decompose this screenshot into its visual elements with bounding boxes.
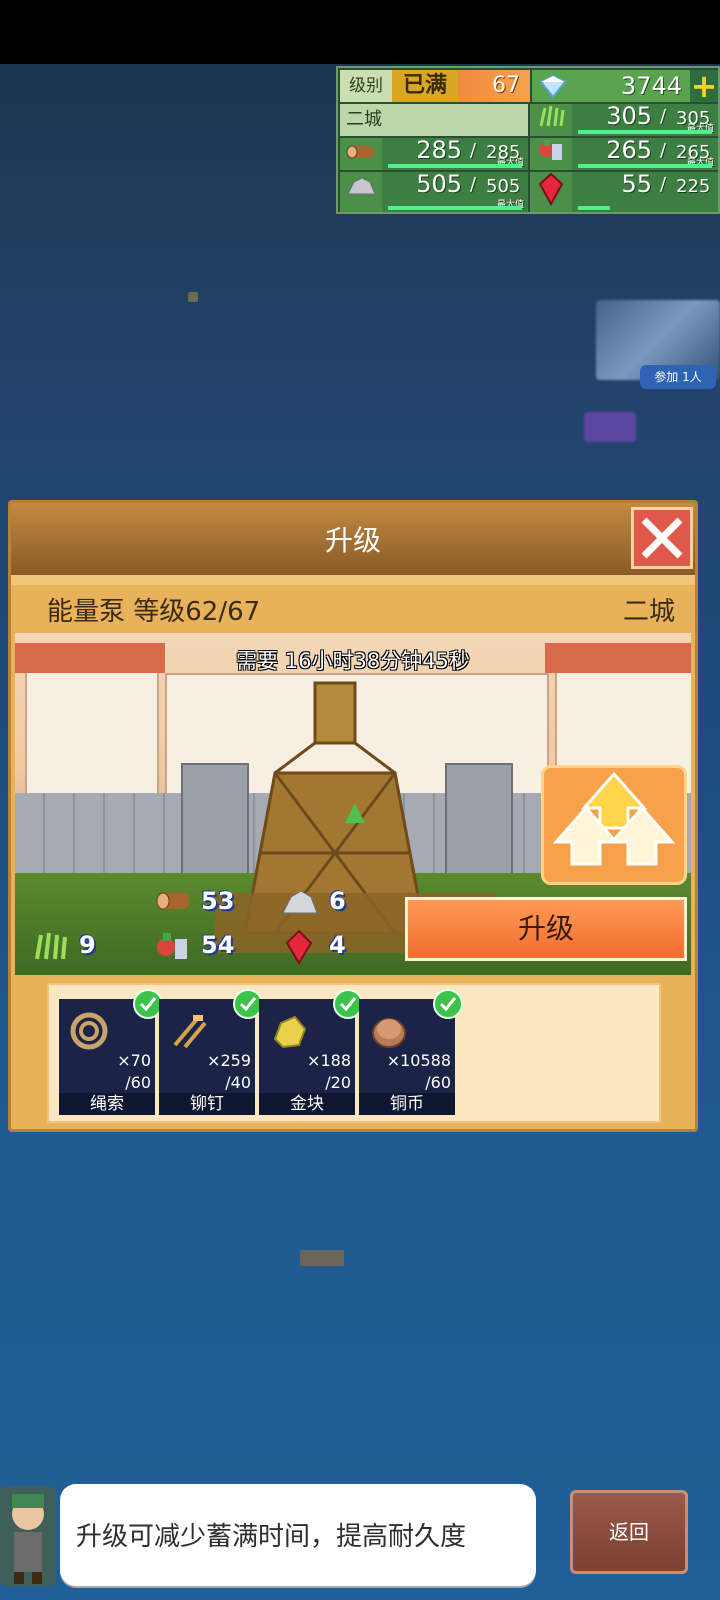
wood-icon	[153, 885, 193, 919]
food-fill-bar	[578, 164, 712, 168]
grass-cost: 9	[79, 931, 96, 959]
map-marker	[188, 292, 198, 302]
grass-icon	[530, 104, 572, 136]
hint-text: 升级可减少蓄满时间，提高耐久度	[76, 1522, 467, 1552]
grass-icon	[29, 929, 69, 963]
material-count: ×259	[207, 1051, 251, 1070]
ore-current: 505	[416, 170, 462, 198]
status-bar	[0, 0, 720, 64]
ruby-fill-bar	[578, 206, 610, 210]
grass-resource: 305 / 305 最大值	[572, 102, 718, 136]
up-arrows-icon	[552, 771, 676, 866]
join-count-pill[interactable]: 参加 1人	[640, 365, 716, 389]
material-required: /40	[225, 1073, 251, 1092]
ore-fill-bar	[388, 206, 522, 210]
wood-resource: 285 / 285 最大值	[382, 136, 528, 170]
food-icon	[153, 929, 193, 963]
wood-cost: 53	[201, 887, 235, 915]
material-rope[interactable]: ×70 /60 绳索	[59, 989, 163, 1115]
grass-current: 305	[606, 102, 652, 130]
ore-max: 505	[486, 176, 521, 197]
dialog-city: 二城	[622, 597, 675, 627]
upgrade-timer: 需要 16小时38分钟45秒	[236, 649, 470, 673]
building-scene: 需要 16小时38分钟45秒 升级 53 6 9 54 4	[15, 633, 691, 975]
advisor-avatar	[0, 1486, 56, 1586]
bg-house	[25, 663, 159, 797]
resource-hud: 级别 已满 67 3744 + 二城 305 / 305 最大值 285 / 2…	[336, 66, 720, 214]
level-status: 已满	[392, 70, 458, 102]
blurred-banner	[584, 412, 636, 442]
close-icon	[641, 517, 683, 559]
check-icon	[433, 989, 463, 1019]
ruby-icon	[279, 929, 319, 965]
header-stripe	[11, 575, 695, 585]
food-icon	[530, 138, 572, 170]
wood-icon	[340, 138, 382, 170]
ruby-icon	[530, 172, 572, 212]
ruby-current: 55	[621, 170, 652, 198]
upgrade-dialog: 升级 能量泵 等级62/67 二城 需要 16小时38分钟45秒 升级 53 6…	[8, 500, 698, 1132]
ore-icon	[340, 172, 382, 212]
ore-resource: 505 / 505 最大值	[382, 170, 528, 212]
back-button[interactable]: 返回	[570, 1490, 688, 1574]
gold-nugget-icon	[267, 1009, 311, 1053]
hint-bubble: 升级可减少蓄满时间，提高耐久度	[60, 1484, 536, 1586]
rope-icon	[67, 1009, 111, 1053]
material-rivet[interactable]: ×259 /40 铆钉	[159, 989, 263, 1115]
map-marker	[300, 1250, 344, 1266]
city-name: 二城	[340, 104, 528, 136]
food-resource: 265 / 265 最大值	[572, 136, 718, 170]
grass-fill-bar	[578, 130, 712, 134]
ore-cost: 6	[329, 887, 346, 915]
wood-current: 285	[416, 136, 462, 164]
rivet-icon	[167, 1009, 211, 1053]
ore-icon	[279, 885, 319, 919]
material-count: ×188	[307, 1051, 351, 1070]
level-value: 67	[458, 70, 530, 102]
boost-upgrade-button[interactable]	[541, 765, 687, 885]
material-required: /60	[125, 1073, 151, 1092]
copper-coin-icon	[367, 1009, 411, 1053]
close-button[interactable]	[631, 507, 693, 569]
material-count: ×10588	[386, 1051, 451, 1070]
ruby-max: 225	[676, 176, 711, 197]
wood-fill-bar	[388, 164, 522, 168]
add-gems-button[interactable]: +	[690, 70, 718, 102]
food-current: 265	[606, 136, 652, 164]
material-name: 绳索	[59, 1093, 155, 1115]
building-level: 能量泵 等级62/67	[47, 597, 261, 627]
upgrade-button[interactable]: 升级	[405, 897, 687, 961]
material-name: 铜币	[359, 1093, 455, 1115]
level-label: 级别	[340, 70, 392, 102]
material-count: ×70	[117, 1051, 151, 1070]
gem-count: 3744	[574, 70, 690, 102]
material-name: 金块	[259, 1093, 355, 1115]
gem-icon	[532, 70, 574, 102]
food-cost: 54	[201, 931, 235, 959]
material-required: /60	[425, 1073, 451, 1092]
material-name: 铆钉	[159, 1093, 255, 1115]
material-copper-coin[interactable]: ×10588 /60 铜币	[359, 989, 463, 1115]
material-gold-nugget[interactable]: ×188 /20 金块	[259, 989, 363, 1115]
ruby-resource: 55 / 225	[572, 170, 718, 212]
material-required: /20	[325, 1073, 351, 1092]
dialog-title: 升级	[324, 524, 381, 557]
ruby-cost: 4	[329, 931, 346, 959]
materials-panel: ×70 /60 绳索 ×259 /40 铆钉 ×188 /20 金块 ×1058…	[47, 983, 661, 1123]
